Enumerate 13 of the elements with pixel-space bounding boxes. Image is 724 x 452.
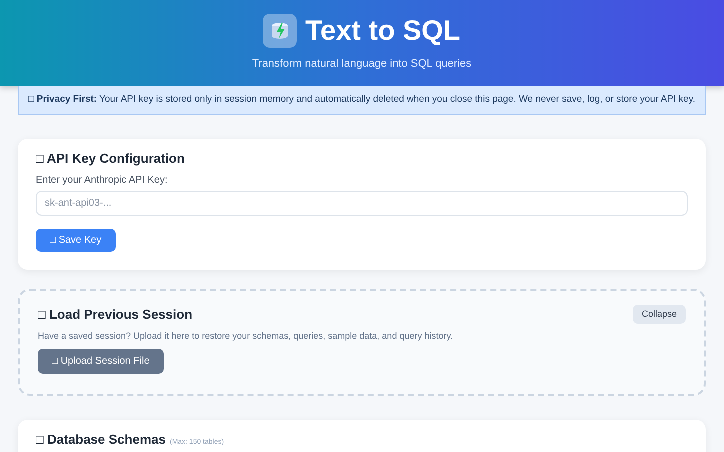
app-subtitle: Transform natural language into SQL queries — [252, 56, 472, 72]
save-key-button[interactable]: □ Save Key — [36, 229, 116, 252]
collapse-button[interactable]: Collapse — [632, 305, 686, 324]
privacy-notice: □ Privacy First: Your API key is stored only in session memory and automatically deleted when you close this page. We never save, log, or store your API key. — [18, 86, 706, 116]
api-key-field[interactable]: sk-ant-api03-... — [36, 191, 688, 216]
logo-icon — [263, 14, 298, 48]
section-description: Have a saved session? Upload it here to restore your schemas, queries, sample data, and query history. — [38, 330, 454, 344]
section-title: □ Database Schemas — [36, 432, 166, 448]
upload-session-button[interactable]: □ Upload Session File — [38, 349, 164, 374]
field-label: Enter your Anthropic API Key: — [36, 174, 169, 188]
section-title: □ Load Previous Session — [38, 306, 193, 324]
app-title: Text to SQL — [305, 16, 461, 45]
section-title: □ API Key Configuration — [36, 150, 186, 168]
